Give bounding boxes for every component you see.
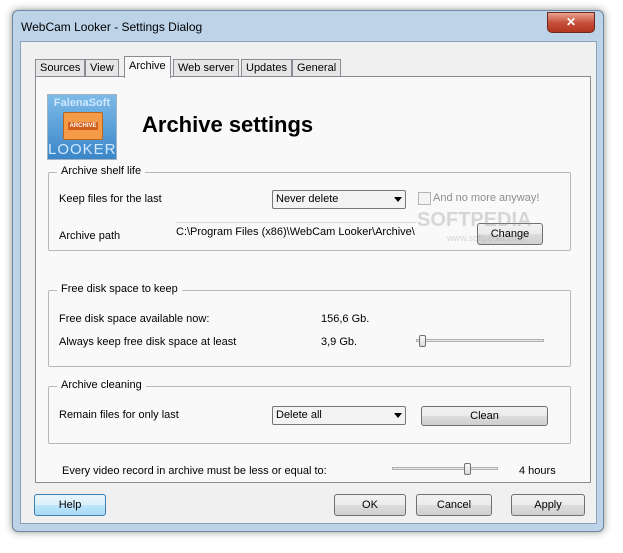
logo-product-text: LOOKER [48,141,117,158]
archive-cleaning-legend: Archive cleaning [57,379,146,391]
keep-files-value: Never delete [276,193,339,205]
window-title: WebCam Looker - Settings Dialog [21,20,203,34]
archive-path-value: C:\Program Files (x86)\WebCam Looker\Arc… [176,226,415,238]
record-length-label: Every video record in archive must be le… [62,465,327,477]
dialog-client-area: Sources View Archive Web server Updates … [20,41,597,524]
remain-files-label: Remain files for only last [59,409,179,421]
record-length-value: 4 hours [519,465,556,477]
keep-space-value: 3,9 Gb. [321,336,358,348]
tab-sources[interactable]: Sources [35,59,86,77]
title-bar[interactable]: WebCam Looker - Settings Dialog ✕ [13,11,603,41]
logo-archive-label: ARCHIVE [68,122,98,130]
tab-archive[interactable]: Archive [124,56,171,78]
space-available-label: Free disk space available now: [59,313,210,325]
help-button[interactable]: Help [34,494,106,516]
remain-files-value: Delete all [276,409,322,421]
softpedia-watermark-url: www.softpedia.com [447,233,525,243]
cancel-button[interactable]: Cancel [416,494,492,516]
free-disk-space-group: Free disk space to keep Free disk space … [48,283,571,367]
archive-tab-panel: FalenaSoft ARCHIVE LOOKER Archive settin… [35,76,591,483]
looker-logo: FalenaSoft ARCHIVE LOOKER [47,94,117,160]
archive-folder-icon: ARCHIVE [63,112,103,140]
keep-files-label: Keep files for the last [59,193,162,205]
keep-files-dropdown[interactable]: Never delete [272,190,406,209]
no-more-anyway-label: And no more anyway! [433,192,540,204]
chevron-down-icon [394,413,402,418]
apply-button[interactable]: Apply [511,494,585,516]
close-button[interactable]: ✕ [547,12,595,33]
keep-space-slider[interactable] [416,335,544,347]
record-length-slider-thumb[interactable] [464,463,471,475]
tab-updates[interactable]: Updates [241,59,292,77]
archive-cleaning-group: Archive cleaning Remain files for only l… [48,379,571,444]
logo-brand-text: FalenaSoft [53,97,111,109]
keep-space-label: Always keep free disk space at least [59,336,237,348]
archive-shelf-life-legend: Archive shelf life [57,165,146,177]
no-more-anyway-checkbox[interactable] [418,192,431,205]
ok-button[interactable]: OK [334,494,406,516]
tab-view[interactable]: View [85,59,119,77]
archive-shelf-life-group: Archive shelf life Keep files for the la… [48,165,571,251]
free-disk-space-legend: Free disk space to keep [57,283,182,295]
record-length-slider[interactable] [392,463,498,475]
archive-path-field[interactable]: C:\Program Files (x86)\WebCam Looker\Arc… [176,222,416,241]
tab-general[interactable]: General [292,59,342,77]
space-available-value: 156,6 Gb. [321,313,370,325]
clean-button[interactable]: Clean [421,406,548,426]
remain-files-dropdown[interactable]: Delete all [272,406,406,425]
keep-space-slider-thumb[interactable] [419,335,426,347]
softpedia-watermark: SOFTPEDIA [417,209,532,231]
tab-web-server[interactable]: Web server [173,59,240,77]
chevron-down-icon [394,197,402,202]
page-title: Archive settings [142,112,314,137]
settings-dialog-window: WebCam Looker - Settings Dialog ✕ Source… [12,10,604,532]
archive-path-label: Archive path [59,230,121,242]
